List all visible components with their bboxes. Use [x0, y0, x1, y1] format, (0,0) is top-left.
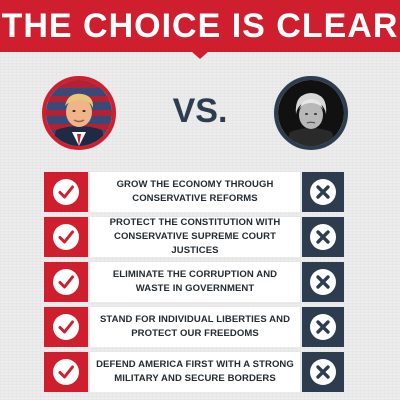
check-cell	[44, 307, 88, 347]
page-title: THE CHOICE IS CLEAR	[1, 7, 399, 45]
policy-line-2: CONSERVATIVE REFORMS	[132, 193, 258, 204]
check-cell	[44, 352, 88, 392]
header-banner: THE CHOICE IS CLEAR	[0, 0, 400, 52]
x-cell	[302, 307, 344, 347]
header-pointer	[192, 52, 208, 59]
comparison-row: STAND FOR INDIVIDUAL LIBERTIES AND PROTEC…	[44, 307, 344, 347]
check-cell	[44, 172, 88, 212]
left-candidate-portrait	[42, 76, 116, 150]
policy-text: DEFEND AMERICA FIRST WITH A STRONG MILITA…	[90, 352, 300, 392]
versus-label: VS.	[172, 92, 228, 130]
check-icon	[53, 359, 79, 385]
check-icon	[53, 224, 79, 250]
x-cell	[302, 172, 344, 212]
x-cell	[302, 352, 344, 392]
x-icon	[310, 224, 336, 250]
policy-line-2: MILITARY AND SECURE BORDERS	[114, 373, 276, 384]
policy-text: GROW THE ECONOMY THROUGH CONSERVATIVE REF…	[90, 172, 300, 212]
policy-line-1: ELIMINATE THE CORRUPTION AND	[112, 269, 278, 280]
check-icon	[53, 314, 79, 340]
policy-line-1: PROTECT THE CONSTITUTION WITH	[109, 217, 281, 228]
policy-line-2: CONSERVATIVE SUPREME COURT JUSTICES	[113, 231, 276, 256]
comparison-row: PROTECT THE CONSTITUTION WITH CONSERVATIV…	[44, 217, 344, 257]
comparison-row: DEFEND AMERICA FIRST WITH A STRONG MILITA…	[44, 352, 344, 392]
policy-text: ELIMINATE THE CORRUPTION AND WASTE IN GOV…	[90, 262, 300, 302]
check-icon	[53, 179, 79, 205]
policy-line-2: PROTECT OUR FREEDOMS	[131, 328, 259, 339]
x-cell	[302, 262, 344, 302]
policy-line-2: WASTE IN GOVERNMENT	[135, 283, 255, 294]
policy-line-1: DEFEND AMERICA FIRST WITH A STRONG	[96, 359, 294, 370]
check-icon	[53, 269, 79, 295]
right-candidate-portrait	[274, 76, 348, 150]
comparison-row: ELIMINATE THE CORRUPTION AND WASTE IN GOV…	[44, 262, 344, 302]
x-icon	[310, 179, 336, 205]
x-icon	[310, 359, 336, 385]
x-icon	[310, 314, 336, 340]
comparison-row: GROW THE ECONOMY THROUGH CONSERVATIVE REF…	[44, 172, 344, 212]
policy-line-1: GROW THE ECONOMY THROUGH	[116, 179, 274, 190]
check-cell	[44, 262, 88, 302]
policy-text: STAND FOR INDIVIDUAL LIBERTIES AND PROTEC…	[90, 307, 300, 347]
policy-line-1: STAND FOR INDIVIDUAL LIBERTIES AND	[99, 314, 291, 325]
x-icon	[310, 269, 336, 295]
policy-text: PROTECT THE CONSTITUTION WITH CONSERVATIV…	[90, 217, 300, 257]
x-cell	[302, 217, 344, 257]
check-cell	[44, 217, 88, 257]
